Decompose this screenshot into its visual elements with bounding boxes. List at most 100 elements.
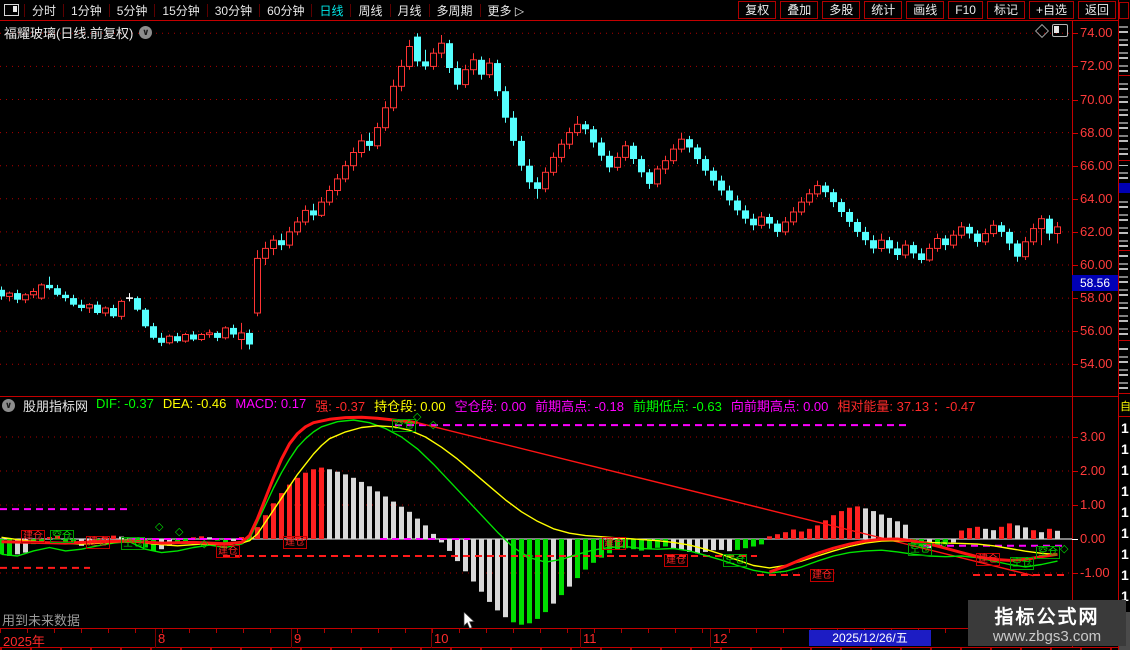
axis-tick [1072, 165, 1078, 167]
month-separator [431, 629, 432, 648]
axis-tick [1072, 539, 1078, 540]
month-label: 8 [158, 631, 166, 646]
period-tab-7[interactable]: 日线 [312, 2, 350, 19]
toolbar-button-8[interactable]: +自选 [1028, 1, 1074, 19]
period-tab-8[interactable]: 周线 [351, 2, 389, 19]
period-tab-5[interactable]: 30分钟 [208, 2, 259, 19]
price-axis-label: 74.00 [1080, 25, 1113, 41]
axis-tick [1072, 99, 1078, 101]
indicator-axis-label: 3.00 [1080, 429, 1106, 444]
strip-yellow-char: 自 [1120, 401, 1130, 413]
period-tab-3[interactable]: 5分钟 [110, 2, 155, 19]
month-label: 9 [294, 631, 302, 646]
indicator-field: 前期高点: -0.18 [535, 399, 624, 414]
axis-tick [1072, 505, 1078, 506]
toolbar-button-1[interactable]: 复权 [738, 1, 777, 19]
indicator-field: MACD: 0.17 [235, 396, 307, 411]
period-tab-10[interactable]: 多周期 [430, 2, 480, 19]
trading-app-window: 分时 1分钟 5分钟 15分钟 30分钟 60分钟 日线 周线 月线 多周期 更多 ▷ 复权 叠加 多股… [0, 0, 1130, 650]
strip-list-number: 1 [1121, 567, 1129, 583]
indicator-field: DIF: -0.37 [96, 396, 154, 411]
indicator-axis-label: 2.00 [1080, 463, 1106, 478]
price-axis-label: 56.00 [1080, 323, 1113, 339]
watermark-title: 指标公式网 [994, 607, 1100, 628]
axis-tick [1072, 198, 1078, 200]
axis-border-line [1072, 20, 1073, 648]
action-buttons: 复权 叠加 多股 统计 画线 F10 标记 +自选 返回 [738, 1, 1116, 19]
toolbar-button-7[interactable]: 标记 [986, 1, 1025, 19]
indicator-name: 股朋指标网 [23, 399, 89, 414]
axis-tick [1072, 265, 1078, 266]
toolbar-button-3[interactable]: 多股 [822, 1, 861, 19]
strip-list-number: 1 [1121, 462, 1129, 478]
strip-list-number: 1 [1121, 483, 1129, 499]
axis-tick [1072, 437, 1078, 438]
diamond-icon[interactable] [1034, 23, 1050, 39]
indicator-field: 前期低点: -0.63 [633, 399, 722, 414]
strip-list-number: 1 [1121, 420, 1129, 436]
month-label: 12 [713, 631, 728, 646]
axis-tick [1072, 33, 1078, 35]
candlestick-chart[interactable] [0, 20, 1072, 396]
toolbar-button-2[interactable]: 叠加 [780, 1, 819, 19]
axis-tick [1072, 231, 1078, 233]
future-data-warning: 用到未来数据 [2, 613, 81, 628]
price-axis-label: 60.00 [1080, 257, 1113, 272]
macd-indicator-chart[interactable] [0, 397, 1072, 628]
axis-tick [1072, 471, 1078, 472]
month-separator [291, 629, 292, 648]
indicator-field: 持仓段: 0.00 [374, 399, 446, 414]
period-tab-6[interactable]: 60分钟 [260, 2, 311, 19]
strip-list-number: 1 [1121, 441, 1129, 457]
indicator-field: 强: -0.37 [315, 399, 366, 414]
indicator-axis-label: 0.00 [1080, 531, 1106, 546]
price-axis-label: 64.00 [1080, 190, 1113, 206]
axis-tick [1072, 573, 1078, 574]
toolbar-button-6[interactable]: F10 [948, 1, 983, 19]
price-axis-label: 70.00 [1080, 91, 1113, 107]
price-axis-label: 72.00 [1080, 58, 1113, 74]
right-sidebar-strip[interactable]: 自 111111111 [1119, 0, 1130, 650]
period-tabs: 分时 1分钟 5分钟 15分钟 30分钟 60分钟 日线 周线 月线 多周期 更多 ▷ [25, 2, 531, 19]
indicator-header: ∨ 股朋指标网 DIF: -0.37 DEA: -0.46 MACD: 0.17 强:… [2, 396, 975, 415]
toolbar-button-9[interactable]: 返回 [1077, 1, 1116, 19]
date-axis: 2025年 8 9 10 11 12 2025/12/26/五 [0, 629, 1118, 649]
price-axis-label: 62.00 [1080, 223, 1113, 239]
split-window-icon[interactable] [1052, 24, 1068, 37]
indicator-collapse-icon[interactable]: ∨ [2, 399, 15, 412]
price-axis-label: 66.00 [1080, 157, 1113, 173]
month-separator [710, 629, 711, 648]
axis-tick [1072, 298, 1078, 300]
month-separator [580, 629, 581, 648]
selected-date-badge: 2025/12/26/五 [809, 630, 931, 646]
period-tab-11[interactable]: 更多 ▷ [481, 2, 532, 19]
axis-tick [1072, 331, 1078, 333]
chart-title-row: 福耀玻璃(日线.前复权) ∨ [4, 23, 153, 42]
indicator-field: DEA: -0.46 [162, 396, 227, 411]
period-tab-1[interactable]: 分时 [25, 2, 63, 19]
strip-list-number: 1 [1121, 504, 1129, 520]
indicator-field: 向前期高点: 0.00 [730, 399, 829, 414]
mouse-cursor [463, 612, 475, 629]
date-ticks [0, 629, 1118, 633]
toolbar-button-4[interactable]: 统计 [864, 1, 903, 19]
strip-selected-row [1119, 183, 1130, 193]
layout-icon[interactable] [4, 4, 19, 16]
period-tab-9[interactable]: 月线 [391, 2, 429, 19]
chart-title: 福耀玻璃(日线.前复权) [4, 26, 134, 41]
period-tab-2[interactable]: 1分钟 [64, 2, 109, 19]
axis-tick [1072, 66, 1078, 68]
indicator-axis-label: -1.00 [1080, 565, 1110, 580]
period-toolbar: 分时 1分钟 5分钟 15分钟 30分钟 60分钟 日线 周线 月线 多周期 更多 ▷ 复权 叠加 多股… [0, 0, 1122, 21]
last-price-badge: 58.56 [1072, 275, 1118, 292]
toolbar-button-5[interactable]: 画线 [906, 1, 945, 19]
indicator-values: DIF: -0.37 DEA: -0.46 MACD: 0.17 强: -0.37 持仓… [96, 396, 975, 415]
chevron-down-icon[interactable]: ∨ [139, 26, 153, 39]
strip-button[interactable] [1119, 2, 1129, 19]
axis-tick [1072, 132, 1078, 134]
axis-tick [1072, 364, 1078, 366]
price-axis-label: 58.00 [1080, 290, 1113, 306]
indicator-field: 空仓段: 0.00 [454, 399, 527, 414]
period-tab-4[interactable]: 15分钟 [155, 2, 206, 19]
watermark: 指标公式网 www.zbgs3.com [968, 600, 1126, 646]
